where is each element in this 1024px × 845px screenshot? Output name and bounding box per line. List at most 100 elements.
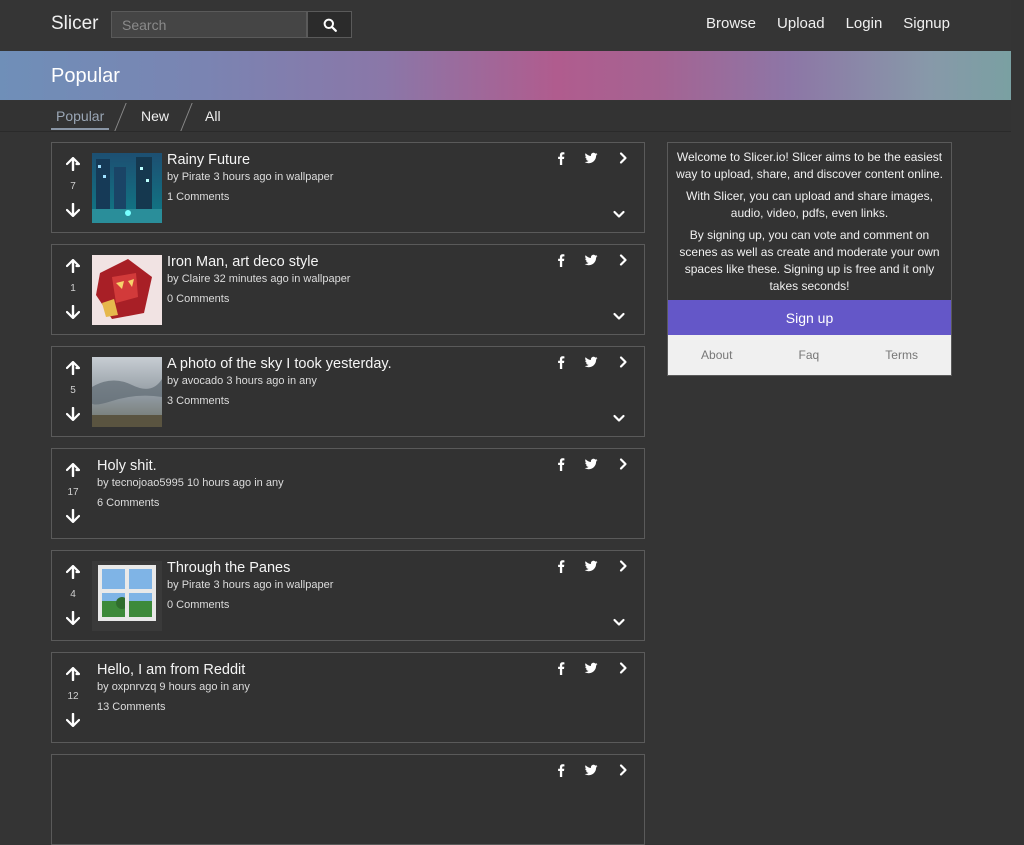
- nav-link-signup[interactable]: Signup: [903, 15, 950, 32]
- arrow-down-icon[interactable]: [66, 407, 80, 421]
- post-comments-link[interactable]: 3 Comments: [167, 395, 229, 407]
- chevron-right-icon[interactable]: [616, 151, 630, 165]
- post-thumbnail[interactable]: [92, 561, 162, 631]
- page-title: Popular: [51, 65, 120, 87]
- post-space[interactable]: any: [299, 375, 317, 387]
- search-icon: [323, 18, 337, 32]
- welcome-sidebar: Welcome to Slicer.io! Slicer aims to be …: [667, 142, 952, 376]
- post-card: 1 Iron Man, art deco style by Claire 32 mi…: [51, 244, 645, 335]
- tab-divider: [114, 103, 127, 131]
- arrow-up-icon[interactable]: [66, 463, 80, 477]
- post-score: 1: [70, 283, 76, 294]
- post-time: 3 hours ago: [226, 375, 285, 387]
- chevron-down-icon[interactable]: [612, 411, 626, 425]
- arrow-down-icon[interactable]: [66, 305, 80, 319]
- tab-divider: [180, 103, 193, 131]
- chevron-right-icon[interactable]: [616, 559, 630, 573]
- post-comments-link[interactable]: 0 Comments: [167, 599, 229, 611]
- footer-link-about[interactable]: About: [701, 348, 732, 362]
- arrow-up-icon[interactable]: [66, 565, 80, 579]
- post-author[interactable]: Pirate: [182, 579, 211, 591]
- sign-up-button[interactable]: Sign up: [668, 300, 951, 335]
- post-author[interactable]: tecnojoao5995: [112, 477, 184, 489]
- chevron-right-icon[interactable]: [616, 253, 630, 267]
- brand-logo[interactable]: Slicer: [51, 13, 99, 35]
- post-comments-link[interactable]: 13 Comments: [97, 701, 165, 713]
- chevron-down-icon[interactable]: [612, 309, 626, 323]
- welcome-paragraph: Welcome to Slicer.io! Slicer aims to be …: [676, 150, 943, 181]
- post-thumbnail[interactable]: [92, 153, 162, 223]
- nav-link-browse[interactable]: Browse: [706, 15, 756, 32]
- arrow-down-icon[interactable]: [66, 713, 80, 727]
- post-space[interactable]: wallpaper: [303, 273, 350, 285]
- twitter-icon[interactable]: [584, 253, 598, 267]
- footer-link-faq[interactable]: Faq: [799, 348, 820, 362]
- post-title[interactable]: Holy shit.: [97, 458, 157, 474]
- facebook-icon[interactable]: [554, 457, 568, 471]
- chevron-down-icon[interactable]: [612, 615, 626, 629]
- post-comments-link[interactable]: 0 Comments: [167, 293, 229, 305]
- post-author[interactable]: oxpnrvzq: [112, 681, 157, 693]
- facebook-icon[interactable]: [554, 355, 568, 369]
- arrow-down-icon[interactable]: [66, 203, 80, 217]
- footer-link-terms[interactable]: Terms: [885, 348, 918, 362]
- post-card: 17 Holy shit. by tecnojoao5995 10 hours ag…: [51, 448, 645, 539]
- facebook-icon[interactable]: [554, 661, 568, 675]
- post-author[interactable]: avocado: [182, 375, 224, 387]
- twitter-icon[interactable]: [584, 559, 598, 573]
- post-comments-link[interactable]: 6 Comments: [97, 497, 159, 509]
- post-title[interactable]: Hello, I am from Reddit: [97, 662, 245, 678]
- post-space[interactable]: wallpaper: [286, 171, 333, 183]
- twitter-icon[interactable]: [584, 457, 598, 471]
- chevron-right-icon[interactable]: [616, 355, 630, 369]
- nav-link-upload[interactable]: Upload: [777, 15, 825, 32]
- twitter-icon[interactable]: [584, 355, 598, 369]
- post-author[interactable]: Claire: [182, 273, 211, 285]
- facebook-icon[interactable]: [554, 763, 568, 777]
- post-author[interactable]: Pirate: [182, 171, 211, 183]
- facebook-icon[interactable]: [554, 151, 568, 165]
- post-thumbnail[interactable]: [92, 357, 162, 427]
- post-thumbnail[interactable]: [92, 255, 162, 325]
- arrow-down-icon[interactable]: [66, 509, 80, 523]
- tab-new[interactable]: New: [141, 108, 169, 124]
- post-meta: by Pirate 3 hours ago in wallpaper: [167, 171, 334, 183]
- post-space[interactable]: any: [266, 477, 284, 489]
- facebook-icon[interactable]: [554, 253, 568, 267]
- chevron-right-icon[interactable]: [616, 763, 630, 777]
- post-title[interactable]: Rainy Future: [167, 152, 250, 168]
- chevron-right-icon[interactable]: [616, 661, 630, 675]
- arrow-up-icon[interactable]: [66, 667, 80, 681]
- post-space[interactable]: any: [232, 681, 250, 693]
- nav-link-login[interactable]: Login: [846, 15, 883, 32]
- post-title[interactable]: Iron Man, art deco style: [167, 254, 319, 270]
- post-comments-link[interactable]: 1 Comments: [167, 191, 229, 203]
- post-time: 9 hours ago: [159, 681, 218, 693]
- chevron-right-icon[interactable]: [616, 457, 630, 471]
- search-button[interactable]: [307, 11, 352, 38]
- twitter-icon[interactable]: [584, 151, 598, 165]
- post-meta: by avocado 3 hours ago in any: [167, 375, 317, 387]
- twitter-icon[interactable]: [584, 661, 598, 675]
- tab-popular[interactable]: Popular: [56, 108, 104, 124]
- post-space[interactable]: wallpaper: [286, 579, 333, 591]
- search-input[interactable]: [111, 11, 307, 38]
- facebook-icon[interactable]: [554, 559, 568, 573]
- tab-all[interactable]: All: [205, 108, 221, 124]
- sort-tabs: Popular New All: [0, 101, 1011, 132]
- navbar: Slicer Browse Upload Login Signup: [0, 0, 1011, 52]
- chevron-down-icon[interactable]: [612, 207, 626, 221]
- arrow-up-icon[interactable]: [66, 157, 80, 171]
- post-card: 7 Rainy Future by Pirate 3 hours ago in wa…: [51, 142, 645, 233]
- arrow-down-icon[interactable]: [66, 611, 80, 625]
- post-time: 3 hours ago: [213, 579, 272, 591]
- arrow-up-icon[interactable]: [66, 361, 80, 375]
- post-meta: by tecnojoao5995 10 hours ago in any: [97, 477, 284, 489]
- post-meta: by Pirate 3 hours ago in wallpaper: [167, 579, 334, 591]
- post-score: 4: [70, 589, 76, 600]
- post-title[interactable]: A photo of the sky I took yesterday.: [167, 356, 392, 372]
- welcome-paragraph: By signing up, you can vote and comment …: [679, 228, 940, 293]
- arrow-up-icon[interactable]: [66, 259, 80, 273]
- twitter-icon[interactable]: [584, 763, 598, 777]
- post-title[interactable]: Through the Panes: [167, 560, 290, 576]
